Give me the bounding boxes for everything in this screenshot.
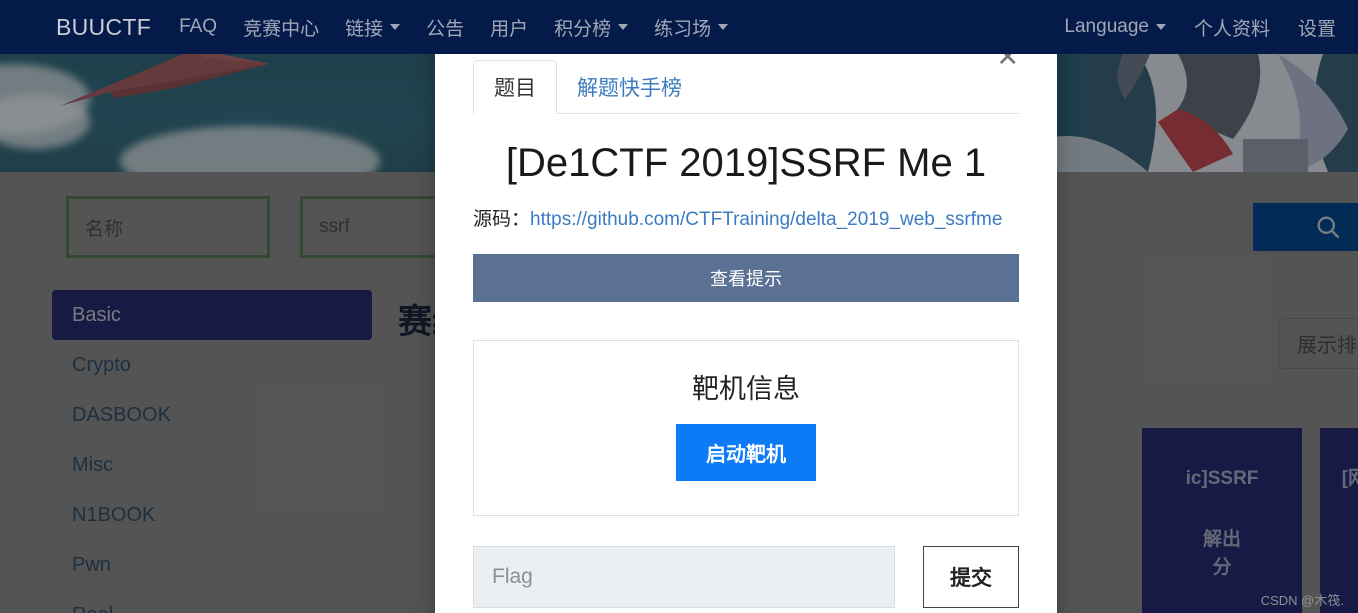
nav-item-users[interactable]: 用户 xyxy=(490,14,528,41)
start-target-button[interactable]: 启动靶机 xyxy=(676,423,816,481)
nav-item-faq[interactable]: FAQ xyxy=(179,16,217,38)
view-hint-button[interactable]: 查看提示 xyxy=(473,253,1019,302)
nav-item-label: 积分榜 xyxy=(554,18,612,40)
chevron-down-icon xyxy=(390,24,401,30)
nav-item-label: 练习场 xyxy=(654,18,712,40)
source-line: 源码：https://github.com/CTFTraining/delta_… xyxy=(473,206,1019,234)
modal-body: 题目 解题快手榜 ✕ [De1CTF 2019]SSRF Me 1 源码：htt… xyxy=(435,44,1057,608)
source-link[interactable]: https://github.com/CTFTraining/delta_201… xyxy=(530,209,1002,230)
modal-tabs: 题目 解题快手榜 ✕ xyxy=(473,44,1019,114)
nav-item-label: 设置 xyxy=(1297,18,1336,40)
chevron-down-icon xyxy=(618,24,629,30)
nav-item-links[interactable]: 链接 xyxy=(345,14,401,41)
tab-challenge[interactable]: 题目 xyxy=(473,60,557,114)
challenge-title: [De1CTF 2019]SSRF Me 1 xyxy=(505,141,987,185)
nav-item-settings[interactable]: 设置 xyxy=(1298,14,1336,41)
tab-label: 解题快手榜 xyxy=(577,77,682,100)
source-label: 源码： xyxy=(473,209,531,230)
nav-item-contest-center[interactable]: 竞赛中心 xyxy=(243,14,319,41)
submit-flag-label: 提交 xyxy=(950,566,992,590)
flag-placeholder: Flag xyxy=(492,564,533,588)
chevron-down-icon xyxy=(1155,24,1166,30)
tab-fastest-solvers[interactable]: 解题快手榜 xyxy=(557,61,702,113)
target-machine-title: 靶机信息 xyxy=(692,373,800,404)
target-machine-panel: 靶机信息 启动靶机 xyxy=(473,339,1019,516)
nav-item-practice[interactable]: 练习场 xyxy=(654,14,729,41)
nav-item-language[interactable]: Language xyxy=(1064,16,1166,38)
top-navbar: BUUCTF FAQ 竞赛中心 链接 公告 用户 积分榜 练习场 Languag… xyxy=(0,0,1358,54)
nav-item-label: 个人资料 xyxy=(1193,18,1270,40)
nav-item-announcement[interactable]: 公告 xyxy=(426,14,464,41)
chevron-down-icon xyxy=(718,24,729,30)
nav-item-scoreboard[interactable]: 积分榜 xyxy=(554,14,629,41)
tab-label: 题目 xyxy=(494,77,536,100)
nav-item-label: 竞赛中心 xyxy=(243,18,320,40)
nav-links: FAQ 竞赛中心 链接 公告 用户 积分榜 练习场 xyxy=(179,14,729,41)
flag-input[interactable]: Flag xyxy=(473,545,895,608)
brand-logo[interactable]: BUUCTF xyxy=(56,14,151,41)
submit-flag-button[interactable]: 提交 xyxy=(923,545,1019,608)
nav-item-label: 公告 xyxy=(426,18,465,40)
nav-item-label: 链接 xyxy=(345,18,384,40)
challenge-modal: 题目 解题快手榜 ✕ [De1CTF 2019]SSRF Me 1 源码：htt… xyxy=(435,22,1057,613)
flag-submit-row: Flag 提交 xyxy=(473,545,1019,608)
nav-right-group: Language 个人资料 设置 xyxy=(1064,14,1340,41)
nav-item-label: Language xyxy=(1064,16,1149,37)
nav-item-profile[interactable]: 个人资料 xyxy=(1194,14,1270,41)
nav-item-label: 用户 xyxy=(490,18,529,40)
nav-item-label: FAQ xyxy=(179,16,218,37)
screen: 名称 ssrf Basic Crypto DASBOOK Misc N1BOOK… xyxy=(0,0,1358,613)
